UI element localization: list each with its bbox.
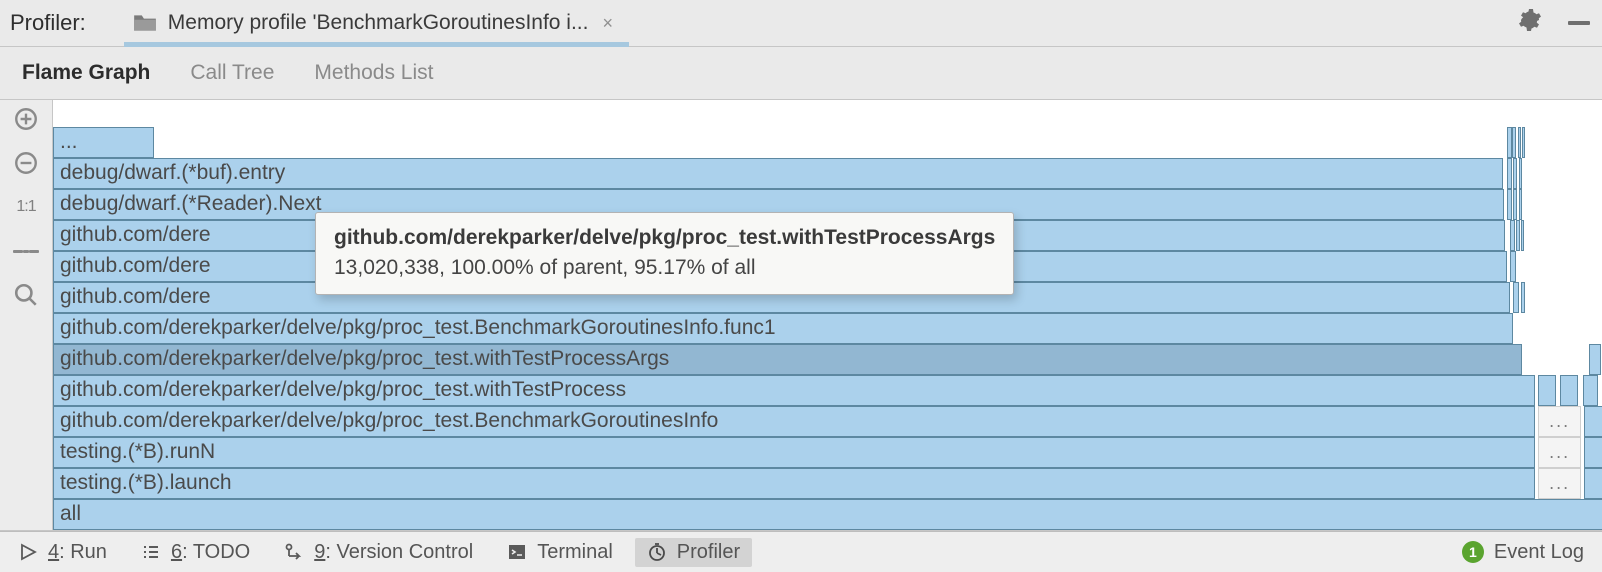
flame-frame-tiny[interactable] xyxy=(1521,282,1526,313)
gear-icon[interactable] xyxy=(1518,8,1542,38)
flame-frame-tiny[interactable] xyxy=(1584,406,1602,437)
flame-more[interactable]: ... xyxy=(1538,437,1581,468)
flame-frame[interactable]: all xyxy=(53,499,1602,530)
flame-row: testing.(*B).runN... xyxy=(53,437,1602,468)
flame-row: ... xyxy=(53,127,1602,158)
flame-frame-tiny[interactable] xyxy=(1513,282,1519,313)
flame-frame-tiny[interactable] xyxy=(1584,437,1602,468)
profiler-view-tabs: Flame Graph Call Tree Methods List xyxy=(0,47,1602,100)
flame-graph[interactable]: ...debug/dwarf.(*buf).entrydebug/dwarf.(… xyxy=(53,100,1602,530)
profile-tab[interactable]: Memory profile 'BenchmarkGoroutinesInfo … xyxy=(124,0,629,46)
toolwindow-title: Profiler: xyxy=(10,10,86,36)
flame-frame-tiny[interactable] xyxy=(1510,251,1516,282)
flame-frame[interactable]: testing.(*B).launch xyxy=(53,468,1535,499)
flame-frame-tiny[interactable] xyxy=(1513,158,1517,189)
flame-frame[interactable]: ... xyxy=(53,127,154,158)
minimize-icon[interactable] xyxy=(1568,21,1590,25)
toolwindow-version-control[interactable]: 9: Version Control xyxy=(284,541,473,564)
flame-side-toolbar: 1:1 xyxy=(0,100,53,530)
tab-call-tree[interactable]: Call Tree xyxy=(188,55,276,91)
flame-frame-tiny[interactable] xyxy=(1518,127,1521,158)
profiler-main: 1:1 ...debug/dwarf.(*buf).entrydebug/dwa… xyxy=(0,100,1602,531)
flame-frame-tiny[interactable] xyxy=(1519,189,1522,220)
reset-zoom-icon[interactable]: 1:1 xyxy=(13,194,39,220)
flame-frame-tiny[interactable] xyxy=(1521,220,1524,251)
flame-row: github.com/derekparker/delve/pkg/proc_te… xyxy=(53,313,1602,344)
flame-frame-tiny[interactable] xyxy=(1507,189,1512,220)
flame-frame-tiny[interactable] xyxy=(1507,127,1512,158)
flame-row: debug/dwarf.(*buf).entry xyxy=(53,158,1602,189)
flame-row: all xyxy=(53,499,1602,530)
terminal-icon xyxy=(507,542,527,562)
flame-frame[interactable]: github.com/derekparker/delve/pkg/proc_te… xyxy=(53,344,1522,375)
flame-row: github.com/derekparker/delve/pkg/proc_te… xyxy=(53,406,1602,437)
profiler-icon xyxy=(647,542,667,562)
flame-frame[interactable]: github.com/derekparker/delve/pkg/proc_te… xyxy=(53,375,1535,406)
flame-frame-tiny[interactable] xyxy=(1507,158,1512,189)
flame-frame[interactable]: github.com/derekparker/delve/pkg/proc_te… xyxy=(53,406,1535,437)
show-text-icon[interactable] xyxy=(13,238,39,264)
flame-frame-tiny[interactable] xyxy=(1584,468,1602,499)
flame-frame-tiny[interactable] xyxy=(1510,220,1515,251)
todo-icon xyxy=(141,542,161,562)
flame-frame-tiny[interactable] xyxy=(1522,127,1524,158)
flame-frame-tiny[interactable] xyxy=(1512,127,1516,158)
toolwindow-terminal[interactable]: Terminal xyxy=(507,541,613,564)
event-log-button[interactable]: 1 Event Log xyxy=(1462,541,1584,564)
toolwindow-todo[interactable]: 6: TODO xyxy=(141,541,250,564)
zoom-in-icon[interactable] xyxy=(13,106,39,132)
flame-frame[interactable]: github.com/derekparker/delve/pkg/proc_te… xyxy=(53,313,1513,344)
flame-row: testing.(*B).launch... xyxy=(53,468,1602,499)
tab-flame-graph[interactable]: Flame Graph xyxy=(20,55,152,91)
zoom-out-icon[interactable] xyxy=(13,150,39,176)
flame-more[interactable]: ... xyxy=(1538,406,1581,437)
profile-tab-label: Memory profile 'BenchmarkGoroutinesInfo … xyxy=(168,11,589,35)
flame-row: github.com/derekparker/delve/pkg/proc_te… xyxy=(53,375,1602,406)
tab-methods-list[interactable]: Methods List xyxy=(312,55,435,91)
tool-windows-bar: 4: Run 6: TODO 9: Version Control Termin… xyxy=(0,531,1602,572)
vcs-icon xyxy=(284,542,304,562)
tooltip-title: github.com/derekparker/delve/pkg/proc_te… xyxy=(334,223,995,253)
profiler-header: Profiler: Memory profile 'BenchmarkGorou… xyxy=(0,0,1602,47)
flame-frame-tiny[interactable] xyxy=(1589,344,1601,375)
toolwindow-run[interactable]: 4: Run xyxy=(18,541,107,564)
flame-frame-tiny[interactable] xyxy=(1560,375,1579,406)
flame-row: github.com/derekparker/delve/pkg/proc_te… xyxy=(53,344,1602,375)
flame-more[interactable]: ... xyxy=(1538,468,1581,499)
search-icon[interactable] xyxy=(13,282,39,308)
notification-badge: 1 xyxy=(1462,541,1484,563)
folder-icon xyxy=(132,12,158,34)
tooltip-body: 13,020,338, 100.00% of parent, 95.17% of… xyxy=(334,253,995,283)
flame-frame-tiny[interactable] xyxy=(1513,189,1517,220)
frame-tooltip: github.com/derekparker/delve/pkg/proc_te… xyxy=(315,212,1014,295)
flame-frame-tiny[interactable] xyxy=(1583,375,1599,406)
flame-frame-tiny[interactable] xyxy=(1538,375,1557,406)
flame-frame[interactable]: debug/dwarf.(*buf).entry xyxy=(53,158,1503,189)
close-icon[interactable]: × xyxy=(602,14,613,32)
flame-frame-tiny[interactable] xyxy=(1516,220,1520,251)
play-icon xyxy=(18,542,38,562)
toolwindow-profiler[interactable]: Profiler xyxy=(635,538,752,567)
flame-frame[interactable]: testing.(*B).runN xyxy=(53,437,1535,468)
flame-frame-tiny[interactable] xyxy=(1519,158,1522,189)
